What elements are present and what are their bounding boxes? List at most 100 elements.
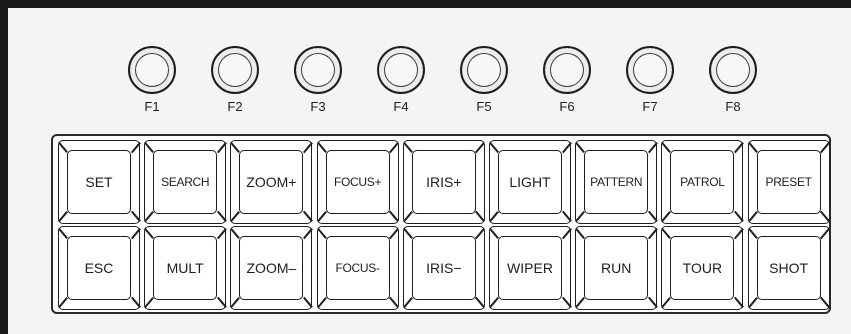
function-knob[interactable] xyxy=(377,46,425,94)
key-iris-plus[interactable]: IRIS+ xyxy=(402,140,485,224)
function-key-label: F7 xyxy=(642,99,658,114)
function-key-f4[interactable]: F4 xyxy=(371,46,431,126)
key-bevel xyxy=(575,211,585,222)
function-key-f6[interactable]: F6 xyxy=(537,46,597,126)
key-bevel xyxy=(647,228,658,239)
key-search[interactable]: SEARCH xyxy=(144,140,227,224)
key-bevel xyxy=(57,211,68,222)
function-knob[interactable] xyxy=(294,46,342,94)
key-zoom-plus[interactable]: ZOOM+ xyxy=(230,140,313,224)
function-key-label: F8 xyxy=(725,99,741,114)
key-bevel xyxy=(316,142,327,153)
key-bevel xyxy=(144,297,154,308)
function-key-label: F3 xyxy=(310,99,326,114)
key-bevel xyxy=(316,228,327,239)
key-bevel xyxy=(389,211,399,222)
key-bevel xyxy=(647,297,658,308)
key-bevel xyxy=(130,142,141,153)
function-key-f7[interactable]: F7 xyxy=(620,46,680,126)
key-bevel xyxy=(661,142,671,153)
key-bevel xyxy=(820,228,830,239)
function-knob[interactable] xyxy=(211,46,259,94)
function-key-label: F4 xyxy=(393,99,409,114)
key-bevel xyxy=(475,142,485,153)
key-bevel xyxy=(475,297,485,308)
keypad: SET SEARCH ZOOM+ FOCUS+ IRIS+ LIGHT PATTERN PAT… xyxy=(51,134,831,314)
key-pattern[interactable]: PATTERN xyxy=(575,140,658,224)
key-patrol[interactable]: PATROL xyxy=(661,140,744,224)
key-label: ZOOM– xyxy=(239,236,304,300)
key-bevel xyxy=(575,297,585,308)
function-key-f2[interactable]: F2 xyxy=(205,46,265,126)
key-tour[interactable]: TOUR xyxy=(661,226,744,310)
key-light[interactable]: LIGHT xyxy=(488,140,572,224)
key-mult[interactable]: MULT xyxy=(144,226,227,310)
key-wiper[interactable]: WIPER xyxy=(488,226,572,310)
key-bevel xyxy=(130,211,141,222)
key-label: PRESET xyxy=(756,150,821,214)
function-key-f1[interactable]: F1 xyxy=(122,46,182,126)
key-bevel xyxy=(216,211,227,222)
key-bevel xyxy=(747,142,758,153)
key-bevel xyxy=(402,211,413,222)
key-bevel xyxy=(402,297,413,308)
key-bevel xyxy=(130,228,141,239)
function-key-label: F2 xyxy=(227,99,243,114)
key-bevel xyxy=(316,297,327,308)
function-knob[interactable] xyxy=(626,46,674,94)
function-key-f8[interactable]: F8 xyxy=(703,46,763,126)
key-run[interactable]: RUN xyxy=(575,226,658,310)
key-label: IRIS− xyxy=(411,236,476,300)
key-bevel xyxy=(302,228,313,239)
key-label: WIPER xyxy=(498,236,562,300)
key-focus-minus[interactable]: FOCUS- xyxy=(316,226,399,310)
function-knob[interactable] xyxy=(128,46,176,94)
key-bevel xyxy=(488,297,499,308)
key-bevel xyxy=(647,211,658,222)
function-key-row: F1 F2 F3 F4 F5 F6 F7 F8 xyxy=(8,8,851,128)
key-bevel xyxy=(733,297,744,308)
function-knob[interactable] xyxy=(543,46,591,94)
key-bevel xyxy=(389,228,399,239)
key-iris-minus[interactable]: IRIS− xyxy=(402,226,485,310)
key-bevel xyxy=(475,211,485,222)
key-label: ESC xyxy=(67,236,131,300)
key-bevel xyxy=(302,142,313,153)
function-key-f3[interactable]: F3 xyxy=(288,46,348,126)
key-bevel xyxy=(561,228,572,239)
key-esc[interactable]: ESC xyxy=(57,226,141,310)
key-label: SEARCH xyxy=(153,150,218,214)
key-label: LIGHT xyxy=(498,150,562,214)
key-bevel xyxy=(302,297,313,308)
key-label: RUN xyxy=(584,236,649,300)
key-bevel xyxy=(661,211,671,222)
key-bevel xyxy=(733,142,744,153)
key-bevel xyxy=(488,211,499,222)
key-bevel xyxy=(216,228,227,239)
key-bevel xyxy=(216,142,227,153)
key-label: FOCUS+ xyxy=(325,150,390,214)
key-bevel xyxy=(747,211,758,222)
key-bevel xyxy=(57,297,68,308)
key-bevel xyxy=(57,228,68,239)
key-bevel xyxy=(661,228,671,239)
key-bevel xyxy=(820,142,830,153)
function-knob[interactable] xyxy=(460,46,508,94)
key-label: TOUR xyxy=(670,236,735,300)
key-bevel xyxy=(316,211,327,222)
function-knob[interactable] xyxy=(709,46,757,94)
key-zoom-minus[interactable]: ZOOM– xyxy=(230,226,313,310)
key-focus-plus[interactable]: FOCUS+ xyxy=(316,140,399,224)
key-bevel xyxy=(144,142,154,153)
key-shot[interactable]: SHOT xyxy=(747,226,830,310)
key-bevel xyxy=(488,228,499,239)
key-bevel xyxy=(747,297,758,308)
key-set[interactable]: SET xyxy=(57,140,141,224)
key-preset[interactable]: PRESET xyxy=(747,140,830,224)
key-label: PATROL xyxy=(670,150,735,214)
key-bevel xyxy=(561,142,572,153)
key-bevel xyxy=(230,211,240,222)
function-key-f5[interactable]: F5 xyxy=(454,46,514,126)
key-bevel xyxy=(661,297,671,308)
key-label: MULT xyxy=(153,236,218,300)
